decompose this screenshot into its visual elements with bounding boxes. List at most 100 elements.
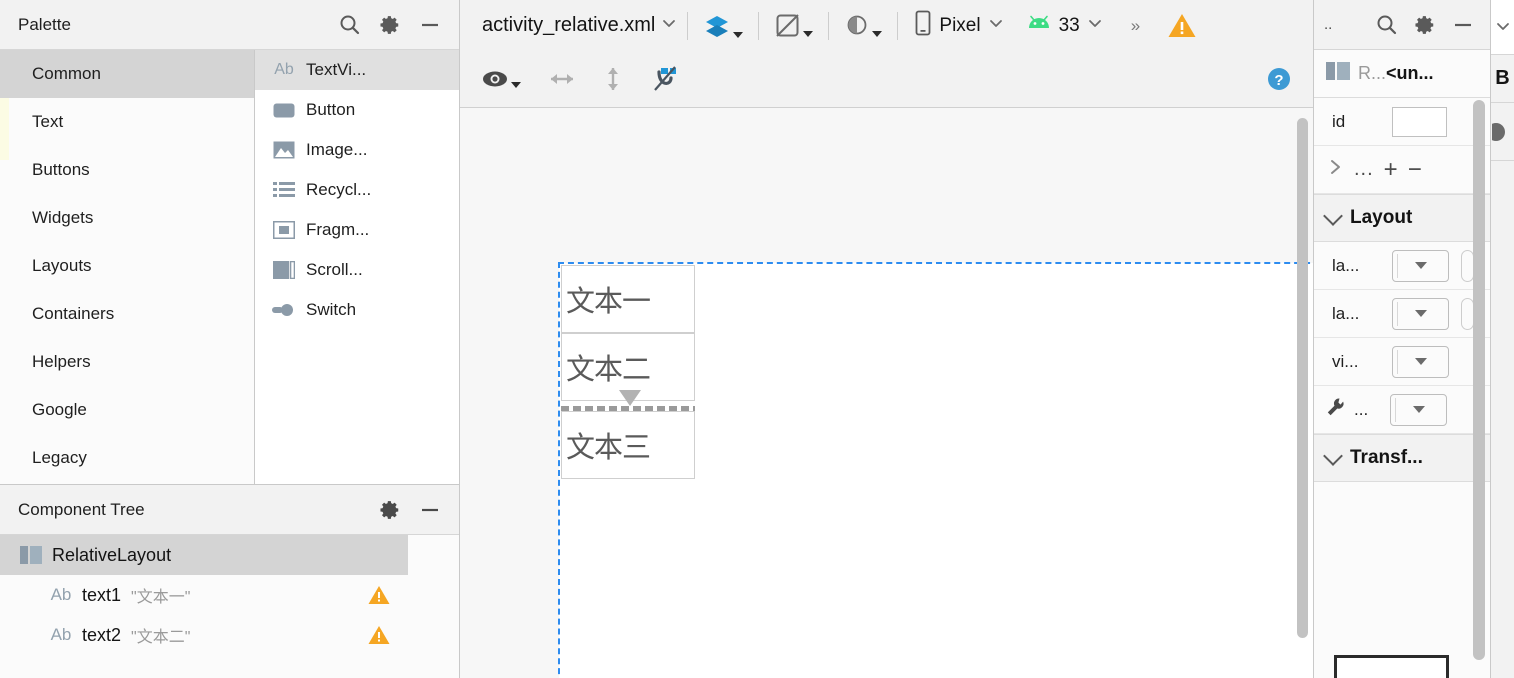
id-input[interactable] [1392, 106, 1447, 137]
horizontal-arrows-icon[interactable] [546, 64, 578, 94]
device-preview-relativelayout[interactable]: 文本一 文本二 文本三 [558, 262, 1313, 678]
relativelayout-icon [1326, 62, 1350, 85]
api-level-selector[interactable]: 33 [1004, 15, 1103, 37]
palette-item-label: Scroll... [306, 260, 363, 279]
minimize-icon[interactable] [1450, 12, 1476, 38]
category-label: Layouts [32, 256, 92, 275]
search-icon[interactable] [1374, 12, 1400, 38]
component-tree-body[interactable]: RelativeLayout Ab text1 "文本一" Ab text2 "… [0, 535, 459, 678]
textview-text: 文本一 [566, 284, 651, 318]
category-label: Legacy [32, 448, 87, 467]
toolbar-divider [828, 11, 830, 40]
palette-item-textview[interactable]: Ab TextVi... [255, 50, 459, 90]
wrench-icon [1326, 397, 1346, 422]
add-attribute-button[interactable]: + [1384, 157, 1398, 182]
strip-letter-label: B [1495, 67, 1510, 89]
constraints-off-icon[interactable] [648, 63, 680, 95]
help-icon[interactable]: ? [1265, 65, 1293, 93]
gear-icon[interactable] [377, 12, 403, 38]
palette-item-imageview[interactable]: Image... [255, 130, 459, 170]
palette-item-recyclerview[interactable]: Recycl... [255, 170, 459, 210]
palette-item-switch[interactable]: Switch [255, 290, 459, 330]
chevron-down-icon [511, 82, 521, 88]
attributes-more-label[interactable]: ... [1354, 158, 1374, 181]
palette-category-list[interactable]: Common Text Buttons Widgets Layouts Cont… [0, 50, 255, 484]
vertical-arrows-icon[interactable] [598, 63, 628, 95]
visibility-dropdown[interactable] [1392, 345, 1449, 378]
section-header-transforms[interactable]: Transf... [1314, 434, 1490, 482]
table-row[interactable]: Ab text1 "文本一" [0, 575, 408, 615]
search-icon[interactable] [337, 12, 363, 38]
palette-item-label: Image... [306, 140, 368, 159]
attributes-overflow-label[interactable]: .. [1314, 16, 1332, 33]
tools-visibility-dropdown[interactable] [1390, 393, 1447, 426]
editor-toolbar: activity_relative.xml Pixel 33 » [460, 0, 1313, 51]
transform-preview-box[interactable] [1334, 655, 1449, 678]
chevron-down-icon[interactable] [661, 15, 677, 36]
palette-item-fragment[interactable]: Fragm... [255, 210, 459, 250]
section-title-transforms: Transf... [1350, 447, 1423, 468]
design-canvas[interactable]: 文本一 文本二 文本三 [460, 108, 1313, 678]
palette-category-layouts[interactable]: Layouts [0, 242, 254, 290]
attribute-row-id: id [1314, 98, 1490, 146]
chevron-down-icon [1323, 445, 1343, 466]
attribute-label-id: id [1332, 111, 1346, 131]
palette-item-button[interactable]: Button [255, 90, 459, 130]
palette-panel: Palette Common Text Buttons Widgets Layo… [0, 0, 459, 484]
canvas-textview-text1[interactable]: 文本一 [561, 265, 695, 333]
minimize-icon[interactable] [417, 497, 443, 523]
gear-icon[interactable] [377, 497, 403, 523]
chevron-down-icon [1323, 205, 1343, 226]
toolbar-overflow-button[interactable]: » [1127, 16, 1143, 36]
theme-icon[interactable] [839, 13, 887, 39]
canvas-vertical-scrollbar[interactable] [1297, 118, 1308, 638]
textview-text: 文本三 [566, 430, 651, 464]
layout-width-dropdown[interactable] [1392, 249, 1449, 282]
warning-icon[interactable] [368, 625, 390, 645]
attribute-row-visibility: vi... [1314, 338, 1490, 386]
eye-icon[interactable] [476, 68, 526, 90]
chevron-down-icon [1412, 406, 1425, 413]
chevron-down-icon[interactable] [988, 15, 1004, 36]
palette-category-widgets[interactable]: Widgets [0, 194, 254, 242]
layout-height-dropdown[interactable] [1392, 297, 1449, 330]
device-selector[interactable]: Pixel [908, 10, 1003, 41]
design-editor: activity_relative.xml Pixel 33 » ? 文本一 文… [460, 0, 1313, 678]
android-icon [1026, 15, 1052, 37]
attribute-row-layout-height: la... [1314, 290, 1490, 338]
minimize-icon[interactable] [417, 12, 443, 38]
chevron-down-icon[interactable] [1087, 15, 1103, 36]
strip-circle-cell[interactable] [1491, 103, 1514, 161]
warning-icon[interactable] [368, 585, 390, 605]
section-header-layout[interactable]: Layout [1314, 194, 1490, 242]
palette-category-containers[interactable]: Containers [0, 290, 254, 338]
component-tree-panel: Component Tree RelativeLayout Ab text1 "… [0, 484, 459, 678]
file-selector[interactable]: activity_relative.xml [460, 14, 677, 37]
palette-category-google[interactable]: Google [0, 386, 254, 434]
table-row[interactable]: Ab text2 "文本二" [0, 615, 408, 655]
palette-category-helpers[interactable]: Helpers [0, 338, 254, 386]
category-label: Buttons [32, 160, 90, 179]
chevron-right-icon[interactable] [1328, 157, 1344, 182]
chevron-down-icon [872, 30, 883, 37]
warning-icon[interactable] [1167, 12, 1197, 39]
design-surface-icon[interactable] [698, 12, 748, 40]
palette-item-scrollview[interactable]: Scroll... [255, 250, 459, 290]
table-row[interactable]: RelativeLayout [0, 535, 408, 575]
palette-item-label: Switch [306, 300, 357, 319]
palette-item-list[interactable]: Ab TextVi... Button Image... Recycl... F… [255, 50, 459, 484]
attributes-quick-actions: ... + − [1314, 146, 1490, 194]
palette-title: Palette [18, 14, 71, 34]
palette-category-legacy[interactable]: Legacy [0, 434, 254, 482]
canvas-textview-text3[interactable]: 文本三 [561, 411, 695, 479]
palette-category-text[interactable]: Text [0, 98, 254, 146]
strip-chevron-cell[interactable] [1491, 0, 1514, 55]
toolbar-divider [687, 11, 689, 40]
palette-category-buttons[interactable]: Buttons [0, 146, 254, 194]
orientation-icon[interactable] [769, 12, 818, 39]
toolbar-divider [897, 11, 899, 40]
remove-attribute-button[interactable]: − [1408, 157, 1422, 182]
gear-icon[interactable] [1412, 12, 1438, 38]
attributes-vertical-scrollbar[interactable] [1473, 100, 1485, 660]
palette-category-common[interactable]: Common [0, 50, 254, 98]
